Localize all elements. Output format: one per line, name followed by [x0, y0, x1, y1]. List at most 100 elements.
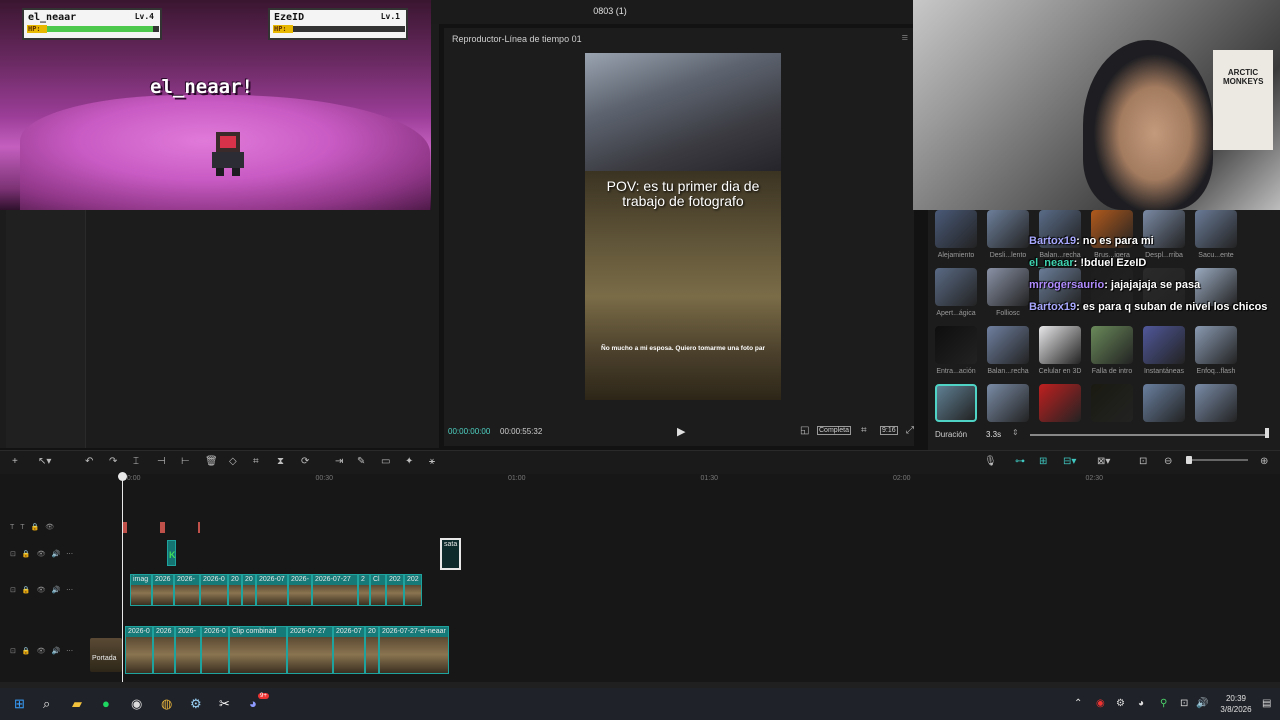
timeline-clip[interactable]: 2026-	[174, 574, 200, 606]
stepper-icon[interactable]: ⇕	[1012, 428, 1019, 437]
split-icon[interactable]: ⌶	[133, 456, 139, 467]
effect-tile[interactable]	[935, 210, 977, 248]
duration-value[interactable]: 3.3s	[986, 430, 1001, 439]
fit-icon[interactable]: ⊡	[1139, 456, 1147, 467]
effect-tile[interactable]	[1143, 384, 1185, 422]
steam-icon[interactable]: ⚙	[190, 697, 202, 711]
delete-icon[interactable]: 🗑	[205, 456, 218, 467]
zoom-out-icon[interactable]: ⊖	[1164, 456, 1172, 467]
timeline-clip[interactable]: 20	[365, 626, 379, 674]
text-marker[interactable]	[123, 522, 127, 533]
timeline-clip[interactable]: 2026-07-27	[287, 626, 333, 674]
freeze-icon[interactable]: ⇥	[335, 456, 343, 467]
duration-slider[interactable]	[1030, 434, 1268, 436]
magic-icon[interactable]: ✦	[405, 456, 413, 467]
screenshot-icon[interactable]: ⌗	[861, 425, 867, 436]
effect-tile[interactable]	[935, 326, 977, 364]
timeline-clip[interactable]: Cl	[370, 574, 386, 606]
timeline-clip[interactable]: 2026-07-27	[312, 574, 358, 606]
play-icon[interactable]: ▶	[677, 425, 685, 438]
text-marker[interactable]	[160, 522, 165, 533]
tray-mic-icon[interactable]: ⚲	[1160, 697, 1167, 711]
mirror-icon[interactable]: ⧗	[277, 456, 284, 467]
crop-tool-icon[interactable]: ⌗	[253, 456, 259, 467]
video-preview[interactable]: POV: es tu primer dia de trabajo de foto…	[585, 53, 781, 400]
overlay-track-controls[interactable]: ⊡🔒👁🔊⋯	[10, 550, 79, 558]
aspect-ratio-button[interactable]: 9:16	[880, 426, 898, 435]
timeline-clip[interactable]: 20	[228, 574, 242, 606]
tray-steam-icon[interactable]: ⚙	[1116, 697, 1125, 711]
ai-icon[interactable]: ⚹	[429, 456, 435, 467]
undo-icon[interactable]: ↶	[85, 456, 93, 467]
tray-app-icon[interactable]: ◉	[1096, 697, 1105, 711]
text-marker[interactable]	[198, 522, 200, 533]
magnet-icon[interactable]: ⊟▾	[1063, 456, 1076, 467]
effect-tile[interactable]	[935, 384, 977, 422]
timeline-clip[interactable]: 2026-	[175, 626, 201, 674]
obs-icon[interactable]: ◉	[131, 697, 142, 711]
timeline-clip[interactable]: 2026-0	[200, 574, 228, 606]
timeline-clip[interactable]: 2026	[153, 626, 175, 674]
overlay-clip[interactable]: K	[167, 540, 176, 566]
redo-icon[interactable]: ↷	[109, 456, 117, 467]
timeline-clip[interactable]: 2026-07	[256, 574, 288, 606]
effect-tile[interactable]	[1091, 384, 1133, 422]
main-track-controls[interactable]: ⊡🔒👁🔊⋯	[10, 647, 79, 655]
zoom-slider[interactable]	[1186, 459, 1248, 461]
timeline-clip[interactable]: Clip combinad	[229, 626, 287, 674]
shield-icon[interactable]: ◇	[229, 456, 237, 467]
effect-tile[interactable]	[987, 384, 1029, 422]
search-icon[interactable]: ⌕	[43, 697, 50, 711]
playhead-handle[interactable]	[118, 472, 127, 481]
timeline-clip[interactable]: 2026-0	[125, 626, 153, 674]
timeline-clip[interactable]: imag	[130, 574, 152, 606]
effect-tile[interactable]	[1195, 384, 1237, 422]
rotate-icon[interactable]: ⟳	[301, 456, 309, 467]
windows-start-icon[interactable]: ⊞	[14, 697, 25, 711]
fullscreen-icon[interactable]: ⤢	[906, 425, 914, 436]
effect-tile[interactable]	[935, 268, 977, 306]
spotify-icon[interactable]: ●	[102, 697, 110, 711]
select-tool-icon[interactable]: ↖▾	[38, 456, 51, 467]
microphone-icon[interactable]: 🎙	[984, 456, 997, 467]
chrome-icon[interactable]: ◍	[161, 697, 172, 711]
pen-icon[interactable]: ✎	[357, 456, 365, 467]
timeline-clip[interactable]: 20	[242, 574, 256, 606]
timeline-clip[interactable]: 2026-0	[201, 626, 229, 674]
link-icon[interactable]: ⊶	[1015, 456, 1025, 467]
zoom-slider-handle[interactable]	[1186, 456, 1192, 464]
discord-icon[interactable]: ◕	[249, 697, 257, 711]
split-right-icon[interactable]: ⊢	[181, 456, 190, 467]
notifications-icon[interactable]: ▤	[1262, 697, 1271, 711]
tray-discord-icon[interactable]: ◕	[1138, 697, 1144, 711]
subtitle-icon[interactable]: ▭	[381, 456, 390, 467]
video-track-controls[interactable]: ⊡🔒👁🔊⋯	[10, 586, 79, 594]
duration-slider-handle[interactable]	[1265, 428, 1269, 438]
clock[interactable]: 20:39 3/8/2026	[1212, 693, 1260, 715]
timeline-clip[interactable]: 2026-07	[333, 626, 365, 674]
chevron-up-icon[interactable]: ⌃	[1074, 697, 1082, 711]
snap-icon[interactable]: ⊞	[1039, 456, 1047, 467]
timeline-clip[interactable]: 2026-07-27-el-neaar	[379, 626, 449, 674]
crop-icon[interactable]: ◱	[800, 425, 809, 436]
quality-full-button[interactable]: Completa	[817, 426, 851, 435]
timeline-clip[interactable]: 202	[404, 574, 422, 606]
effect-tile[interactable]	[1039, 384, 1081, 422]
playhead[interactable]	[122, 474, 123, 682]
preview-icon[interactable]: ⊠▾	[1097, 456, 1110, 467]
file-explorer-icon[interactable]: ▰	[72, 697, 82, 711]
capcut-icon[interactable]: ✂	[219, 697, 230, 711]
volume-icon[interactable]: 🔊	[1196, 697, 1208, 711]
zoom-in-icon[interactable]: ⊕	[1260, 456, 1268, 467]
overlay-clip[interactable]: sata	[440, 538, 461, 570]
timeline-clip[interactable]: 202	[386, 574, 404, 606]
menu-icon[interactable]: ≡	[902, 32, 908, 44]
timeline-clip[interactable]: 2026-	[288, 574, 312, 606]
add-track-icon[interactable]: +	[12, 456, 18, 467]
text-track-controls[interactable]: TT🔒👁	[10, 523, 60, 531]
timeline-clip[interactable]: 2026	[152, 574, 174, 606]
cover-thumbnail[interactable]: Portada	[90, 638, 122, 672]
timeline-clip[interactable]: 2	[358, 574, 370, 606]
network-icon[interactable]: ⊡	[1180, 697, 1188, 711]
split-left-icon[interactable]: ⊣	[157, 456, 166, 467]
